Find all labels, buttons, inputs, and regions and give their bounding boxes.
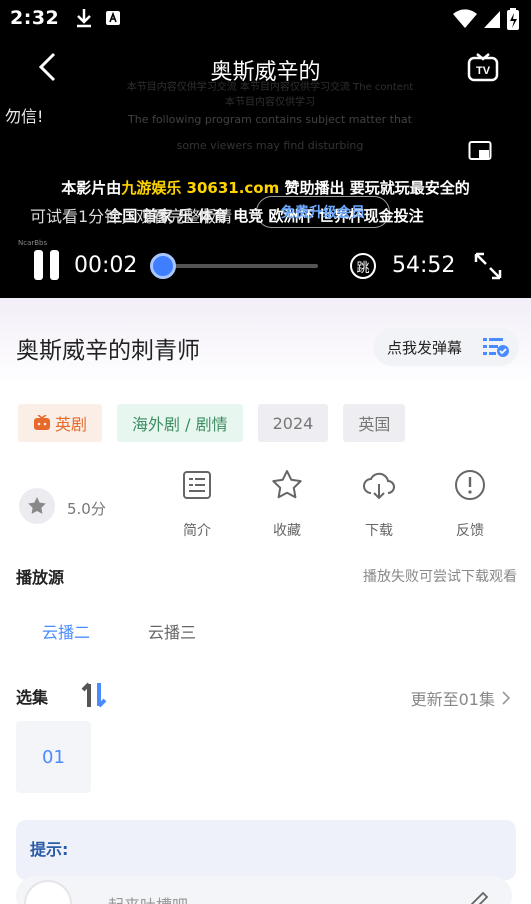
feedback-button[interactable]: 反馈 (440, 468, 500, 540)
source-section-title: 播放源 (16, 568, 65, 587)
status-time: 2:32 (10, 7, 60, 29)
edit-icon (471, 891, 489, 904)
video-frame-text: some viewers may find disturbing (176, 139, 364, 152)
tv-icon (34, 415, 50, 430)
picture-in-picture-button[interactable] (468, 140, 492, 162)
intro-button[interactable]: 简介 (167, 468, 227, 540)
trial-notice: 可试看1分钟，观看完整版请 (30, 207, 233, 226)
wifi-icon (453, 9, 477, 28)
upgrade-vip-button[interactable]: 免费升级会员 (256, 196, 390, 228)
comment-placeholder: 起来吐槽吧 (108, 892, 188, 904)
danmaku-icon (483, 338, 509, 357)
signal-icon (484, 11, 500, 28)
current-time: 00:02 (74, 253, 138, 278)
tip-title: 提示: (30, 840, 69, 859)
danmaku-button-label: 点我发弹幕 (387, 338, 463, 357)
download-button[interactable]: 下载 (349, 468, 409, 540)
sort-icon[interactable] (80, 680, 110, 710)
comment-input[interactable]: 起来吐槽吧 (16, 876, 512, 904)
battery-icon (507, 8, 519, 30)
watermark-text: 勿信! (5, 107, 44, 126)
tag-list: 英剧 海外剧 / 剧情 2024 英国 (18, 404, 406, 442)
progress-bar[interactable] (160, 264, 318, 268)
send-danmaku-button[interactable]: 点我发弹幕 (373, 328, 519, 366)
skip-button[interactable]: 跳 (350, 253, 376, 279)
video-player[interactable]: 2:32 奥斯威辛的 TV 本节目内容仅供学习交流 本节目内容仅供学习交流 Th… (0, 0, 531, 298)
episodes-section-title: 选集 (16, 688, 49, 707)
video-frame-text: 本节目内容仅供学习交流 本节目内容仅供学习交流 The content (126, 82, 414, 93)
rating-score: 5.0分 (67, 500, 106, 518)
episode-button[interactable]: 01 (16, 721, 91, 793)
source-hint: 播放失败可尝试下载观看 (363, 569, 517, 585)
player-brand: NcarBbs (18, 239, 48, 247)
source-tab-yunbo2[interactable]: 云播二 (42, 619, 90, 643)
notification-a-icon (106, 11, 121, 25)
tag-category[interactable]: 英剧 (18, 404, 103, 442)
rating-star-icon (19, 488, 55, 524)
total-time: 54:52 (392, 253, 456, 278)
star-icon (272, 470, 302, 499)
video-frame-text: The following program contains subject m… (128, 113, 412, 126)
source-tab-yunbo3[interactable]: 云播三 (148, 619, 196, 643)
intro-icon (183, 471, 211, 499)
tv-cast-button[interactable]: TV (466, 52, 500, 86)
tag-region[interactable]: 英国 (343, 404, 406, 442)
tip-box: 提示: (16, 820, 516, 880)
detail-panel: 奥斯威辛的刺青师 点我发弹幕 英剧 海外剧 / 剧情 2024 英国 5.0分 … (0, 298, 531, 904)
progress-thumb[interactable] (150, 253, 176, 279)
fullscreen-icon[interactable] (473, 251, 503, 281)
update-status-link[interactable]: 更新至01集 (411, 686, 511, 710)
status-bar: 2:32 (0, 0, 531, 36)
sponsor-banner: 本影片由九游娱乐 30631.com 赞助播出 要玩就玩最安全的 (61, 179, 470, 197)
show-title: 奥斯威辛的刺青师 (16, 338, 200, 364)
pause-button[interactable] (34, 250, 62, 282)
cloud-download-icon (363, 472, 395, 500)
avatar (24, 880, 72, 904)
video-frame-text: 本节目内容仅供学习 (225, 97, 315, 108)
download-status-icon (77, 9, 92, 28)
favorite-button[interactable]: 收藏 (257, 468, 317, 540)
svg-text:TV: TV (476, 65, 491, 77)
chevron-right-icon (502, 691, 511, 705)
tag-genre[interactable]: 海外剧 / 剧情 (117, 404, 243, 442)
feedback-icon (455, 470, 485, 500)
tag-year[interactable]: 2024 (257, 404, 329, 442)
